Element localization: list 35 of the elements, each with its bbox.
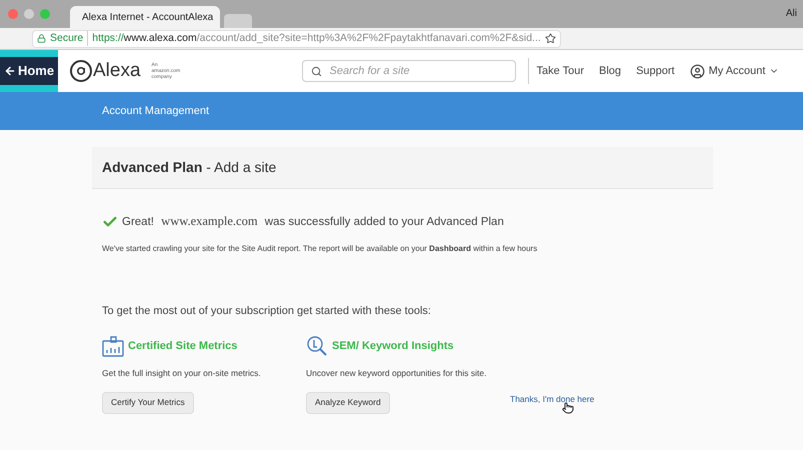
- address-bar[interactable]: Secure https://www.alexa.com/account/add_site?site=http%3A%2F%2Fpaytakhtfanavari.com%2F&sid...: [32, 30, 561, 48]
- nav-link[interactable]: Support: [636, 62, 675, 80]
- secure-label: Secure: [50, 30, 88, 46]
- nav-link[interactable]: Blog: [599, 62, 622, 80]
- magnifier-icon: [306, 334, 328, 357]
- card-title: Advanced Plan - Add a site: [102, 158, 276, 177]
- done-link[interactable]: Thanks, I'm done here: [510, 394, 594, 404]
- home-button[interactable]: Home: [0, 57, 58, 85]
- logo-icon: [70, 60, 92, 82]
- profile-name[interactable]: Ali: [786, 6, 797, 21]
- tool-button[interactable]: Analyze Keyword: [306, 392, 390, 414]
- banner-title: Account Management: [102, 104, 210, 119]
- chart-icon: [102, 334, 124, 357]
- minimize-window-icon[interactable]: [24, 9, 34, 19]
- success-message: Great! www.example.com was successfully added to your Advanced Plan: [122, 213, 504, 230]
- user-icon: [690, 64, 705, 78]
- browser-tab[interactable]: [224, 14, 252, 28]
- hand-cursor-icon: [562, 402, 574, 414]
- lock-icon: [37, 34, 46, 43]
- tool-description: Get the full insight on your on-site metrics.: [102, 366, 262, 380]
- tools-intro: To get the most out of your subscription get started with these tools:: [102, 304, 432, 320]
- bookmark-star-icon[interactable]: [544, 33, 556, 44]
- tab-title: Alexa Internet - AccountAlexa: [82, 10, 214, 24]
- info-text: We've started crawling your site for the Site Audit report. The report will be available on your Dashboard within a few hours: [102, 243, 538, 256]
- search-icon: [310, 66, 322, 76]
- account-menu[interactable]: My Account: [690, 62, 780, 80]
- browser-tab[interactable]: Alexa Internet - AccountAlexa: [70, 6, 220, 28]
- tool-button[interactable]: Certify Your Metrics: [102, 392, 194, 414]
- arrow-left-icon: [4, 65, 16, 77]
- close-window-icon[interactable]: [8, 9, 18, 19]
- tool-description: Uncover new keyword opportunities for this site.: [306, 366, 488, 380]
- maximize-window-icon[interactable]: [40, 9, 50, 19]
- url-text: https://www.alexa.com/account/add_site?site=http%3A%2F%2Fpaytakhtfanavari.com%2F&sid...: [92, 30, 541, 46]
- logo-text[interactable]: Alexa: [93, 56, 141, 86]
- nav-link[interactable]: Take Tour: [536, 62, 584, 80]
